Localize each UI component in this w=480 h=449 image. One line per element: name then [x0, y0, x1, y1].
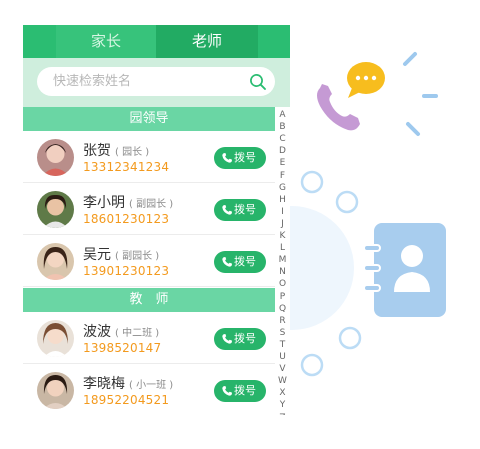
index-letter[interactable]: J	[275, 218, 290, 230]
index-letter[interactable]: G	[275, 182, 290, 194]
index-letter[interactable]: L	[275, 242, 290, 254]
contact-role: ( 副园长 )	[115, 251, 160, 262]
tab-parents[interactable]: 家长	[56, 25, 156, 58]
contact-phone: 13901230123	[83, 264, 170, 278]
index-letter[interactable]: H	[275, 194, 290, 206]
index-letter[interactable]: Y	[275, 399, 290, 411]
index-letter[interactable]: X	[275, 387, 290, 399]
tab-teachers[interactable]: 老师	[156, 25, 258, 58]
avatar	[37, 320, 74, 357]
avatar	[37, 372, 74, 409]
bubble-circle	[300, 353, 324, 377]
index-letter[interactable]: D	[275, 145, 290, 157]
search-box	[37, 67, 275, 96]
dial-label: 拨号	[234, 255, 256, 268]
phone-icon	[222, 257, 232, 267]
search-input[interactable]	[53, 71, 243, 92]
avatar	[37, 191, 74, 228]
dial-button[interactable]: 拨号	[214, 328, 266, 350]
index-letter[interactable]: C	[275, 133, 290, 145]
dial-button[interactable]: 拨号	[214, 251, 266, 273]
index-letter[interactable]: A	[275, 109, 290, 121]
contacts-app: 家长 老师 园领导 张贺( 园长 ) 13312341234 拨号	[23, 25, 290, 415]
phone-icon	[222, 153, 232, 163]
dial-label: 拨号	[234, 203, 256, 216]
contact-row[interactable]: 李小明( 副园长 ) 18601230123 拨号	[23, 183, 275, 235]
contact-book-icon	[363, 223, 446, 317]
dial-label: 拨号	[234, 332, 256, 345]
dial-label: 拨号	[234, 384, 256, 397]
dial-label: 拨号	[234, 151, 256, 164]
contact-phone: 18952204521	[83, 393, 170, 407]
section-header-teachers: 教 师	[23, 288, 275, 312]
phone-icon	[222, 334, 232, 344]
avatar	[37, 139, 74, 176]
ray-line	[406, 122, 420, 136]
contact-name: 李晓梅( 小一班 )	[83, 376, 174, 392]
index-letter[interactable]: N	[275, 266, 290, 278]
dial-button[interactable]: 拨号	[214, 147, 266, 169]
alphabet-index[interactable]: ABCDEFGHIJKLMNOPQRSTUVWXYZ	[275, 109, 290, 415]
index-letter[interactable]: B	[275, 121, 290, 133]
search-bar	[23, 58, 290, 107]
avatar	[37, 243, 74, 280]
contact-row[interactable]: 波波( 中二班 ) 1398520147 拨号	[23, 312, 275, 364]
index-letter[interactable]: Q	[275, 303, 290, 315]
chat-bubble-icon	[347, 62, 385, 98]
search-icon[interactable]	[249, 73, 267, 91]
index-letter[interactable]: R	[275, 315, 290, 327]
contacts-illustration	[290, 52, 446, 377]
contact-list: 园领导 张贺( 园长 ) 13312341234 拨号 李小明( 副园长 ) 1…	[23, 107, 275, 415]
bubble-circle	[335, 190, 359, 214]
contact-role: ( 副园长 )	[129, 199, 174, 210]
contact-name: 波波( 中二班 )	[83, 324, 160, 340]
bubble-circle	[300, 170, 324, 194]
contact-row[interactable]: 李晓梅( 小一班 ) 18952204521 拨号	[23, 364, 275, 415]
contact-name: 李小明( 副园长 )	[83, 195, 174, 211]
index-letter[interactable]: T	[275, 339, 290, 351]
index-letter[interactable]: W	[275, 375, 290, 387]
contact-phone: 18601230123	[83, 212, 170, 226]
index-letter[interactable]: Z	[275, 412, 290, 416]
contact-name: 张贺( 园长 )	[83, 143, 150, 159]
contact-name: 吴元( 副园长 )	[83, 247, 160, 263]
index-letter[interactable]: O	[275, 278, 290, 290]
bubble-circle	[338, 326, 362, 350]
contact-row[interactable]: 张贺( 园长 ) 13312341234 拨号	[23, 131, 275, 183]
index-letter[interactable]: V	[275, 363, 290, 375]
dial-button[interactable]: 拨号	[214, 380, 266, 402]
contact-role: ( 小一班 )	[129, 380, 174, 391]
tab-bar: 家长 老师	[23, 25, 290, 58]
background-circle	[290, 206, 354, 330]
index-letter[interactable]: P	[275, 291, 290, 303]
index-letter[interactable]: I	[275, 206, 290, 218]
index-letter[interactable]: M	[275, 254, 290, 266]
index-letter[interactable]: U	[275, 351, 290, 363]
contact-phone: 13312341234	[83, 160, 170, 174]
contact-phone: 1398520147	[83, 341, 162, 355]
phone-icon	[222, 386, 232, 396]
ray-line	[403, 52, 417, 66]
contact-role: ( 中二班 )	[115, 328, 160, 339]
index-letter[interactable]: K	[275, 230, 290, 242]
contact-role: ( 园长 )	[115, 147, 150, 158]
index-letter[interactable]: F	[275, 170, 290, 182]
index-letter[interactable]: S	[275, 327, 290, 339]
contact-row[interactable]: 吴元( 副园长 ) 13901230123 拨号	[23, 235, 275, 287]
dial-button[interactable]: 拨号	[214, 199, 266, 221]
section-header-leaders: 园领导	[23, 107, 275, 131]
phone-icon	[222, 205, 232, 215]
index-letter[interactable]: E	[275, 157, 290, 169]
